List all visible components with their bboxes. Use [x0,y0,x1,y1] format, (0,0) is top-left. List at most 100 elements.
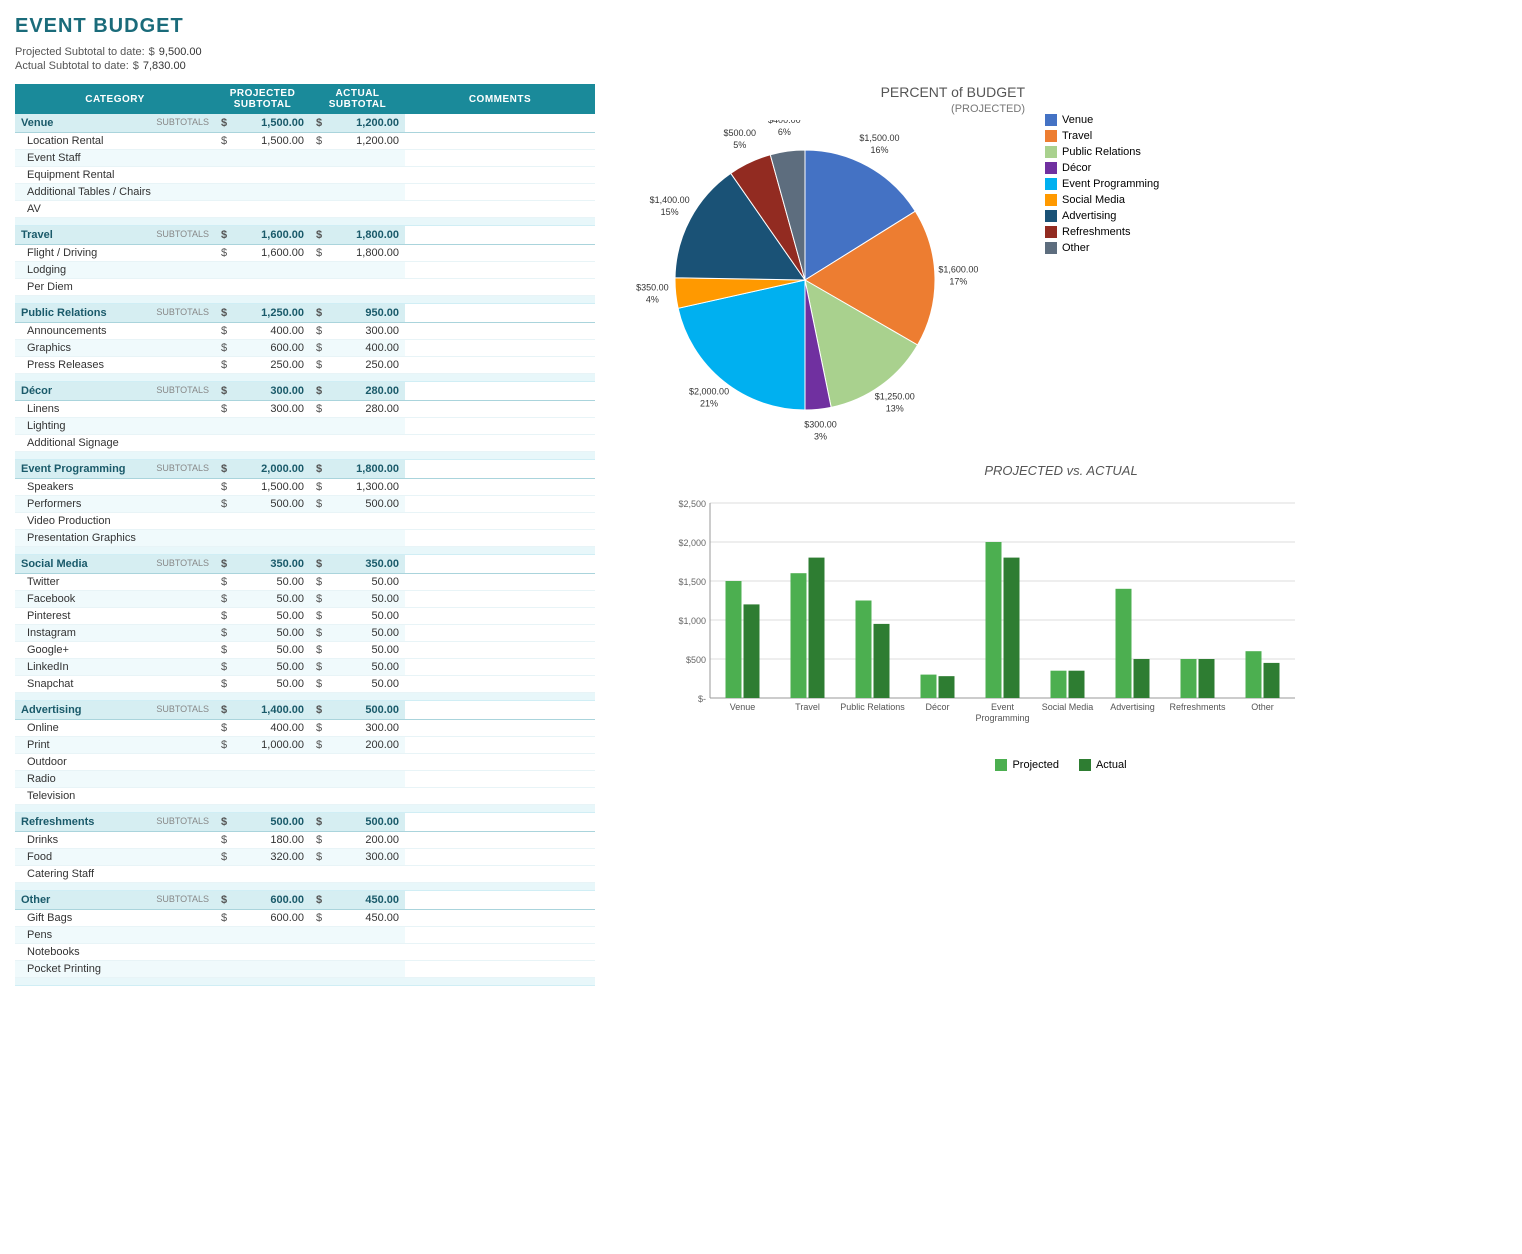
legend-swatch [1045,178,1057,190]
item-act-dollar [310,927,324,944]
item-comments [405,754,595,771]
svg-text:$1,000: $1,000 [678,616,706,626]
table-section: CATEGORY PROJECTED SUBTOTAL ACTUAL SUBTO… [15,84,595,986]
item-act-dollar [310,167,324,184]
item-comments [405,676,595,693]
pie-label: 3% [814,432,827,440]
proj-dollar: $ [215,460,229,479]
item-name: Press Releases [15,357,215,374]
svg-text:$-: $- [698,694,706,704]
legend-swatch [1045,194,1057,206]
item-proj [229,262,310,279]
item-comments [405,133,595,150]
proj-amount: 300.00 [229,382,310,401]
item-proj-dollar: $ [215,720,229,737]
bar-chart-title: PROJECTED vs. ACTUAL [615,463,1507,478]
pie-label: 15% [661,207,679,217]
table-row: Notebooks [15,944,595,961]
projected-legend-item: Projected [995,759,1058,771]
item-comments [405,435,595,452]
projected-bar [1246,651,1262,698]
item-name: Food [15,849,215,866]
comments-cell [405,114,595,133]
item-proj-dollar: $ [215,401,229,418]
table-row: Google+ $ 50.00 $ 50.00 [15,642,595,659]
legend-swatch [1045,146,1057,158]
item-act: 450.00 [324,910,405,927]
actual-header: ACTUAL SUBTOTAL [310,84,405,114]
table-row: Event Staff [15,150,595,167]
item-proj-dollar: $ [215,479,229,496]
comments-header: COMMENTS [405,84,595,114]
item-proj-dollar [215,418,229,435]
item-name: LinkedIn [15,659,215,676]
spacer-row [15,978,595,986]
proj-amount: 2,000.00 [229,460,310,479]
spacer-row [15,452,595,460]
legend-label: Event Programming [1062,178,1159,190]
item-act [324,944,405,961]
act-amount: 450.00 [324,891,405,910]
legend-label: Public Relations [1062,146,1141,158]
item-proj [229,788,310,805]
item-act-dollar: $ [310,608,324,625]
projected-bar [856,601,872,699]
item-comments [405,201,595,218]
item-comments [405,866,595,883]
legend-label: Other [1062,242,1090,254]
actual-bar [809,558,825,698]
pie-legend: Venue Travel Public Relations Décor Even… [1045,114,1159,258]
item-act-dollar [310,262,324,279]
svg-text:$2,000: $2,000 [678,538,706,548]
table-row: Facebook $ 50.00 $ 50.00 [15,591,595,608]
item-proj [229,435,310,452]
charts-section: PERCENT of BUDGET (PROJECTED) $1,500.001… [615,84,1507,986]
legend-item: Social Media [1045,194,1159,206]
item-proj: 250.00 [229,357,310,374]
item-comments [405,927,595,944]
proj-dollar: $ [215,226,229,245]
item-act: 50.00 [324,659,405,676]
actual-dollar: $ [133,60,139,72]
item-proj-dollar: $ [215,659,229,676]
item-proj [229,418,310,435]
pie-label: $2,000.00 [689,387,729,397]
item-comments [405,513,595,530]
item-comments [405,625,595,642]
legend-item: Event Programming [1045,178,1159,190]
table-row: Additional Tables / Chairs [15,184,595,201]
comments-cell [405,304,595,323]
actual-legend-swatch [1079,759,1091,771]
item-comments [405,323,595,340]
act-dollar: $ [310,813,324,832]
item-act: 50.00 [324,591,405,608]
category-row: Event Programming SUBTOTALS $ 2,000.00 $… [15,460,595,479]
act-amount: 1,200.00 [324,114,405,133]
item-proj: 50.00 [229,625,310,642]
table-row: Pocket Printing [15,961,595,978]
item-proj-dollar [215,961,229,978]
actual-value: 7,830.00 [143,60,186,72]
pie-label: $1,600.00 [938,264,978,274]
category-row: Décor SUBTOTALS $ 300.00 $ 280.00 [15,382,595,401]
item-proj [229,201,310,218]
item-name: Event Staff [15,150,215,167]
item-name: Gift Bags [15,910,215,927]
actual-label: Actual Subtotal to date: [15,60,129,72]
pie-label: $1,400.00 [650,195,690,205]
projected-legend-swatch [995,759,1007,771]
bar-label: Event [991,702,1015,712]
item-act [324,866,405,883]
item-act: 1,200.00 [324,133,405,150]
item-name: Presentation Graphics [15,530,215,547]
item-proj-dollar: $ [215,133,229,150]
item-comments [405,659,595,676]
item-proj: 500.00 [229,496,310,513]
item-act-dollar [310,418,324,435]
pie-label: $1,250.00 [875,391,915,401]
table-row: Speakers $ 1,500.00 $ 1,300.00 [15,479,595,496]
actual-legend-label: Actual [1096,759,1127,771]
item-name: Google+ [15,642,215,659]
item-proj-dollar [215,184,229,201]
item-name: Pens [15,927,215,944]
